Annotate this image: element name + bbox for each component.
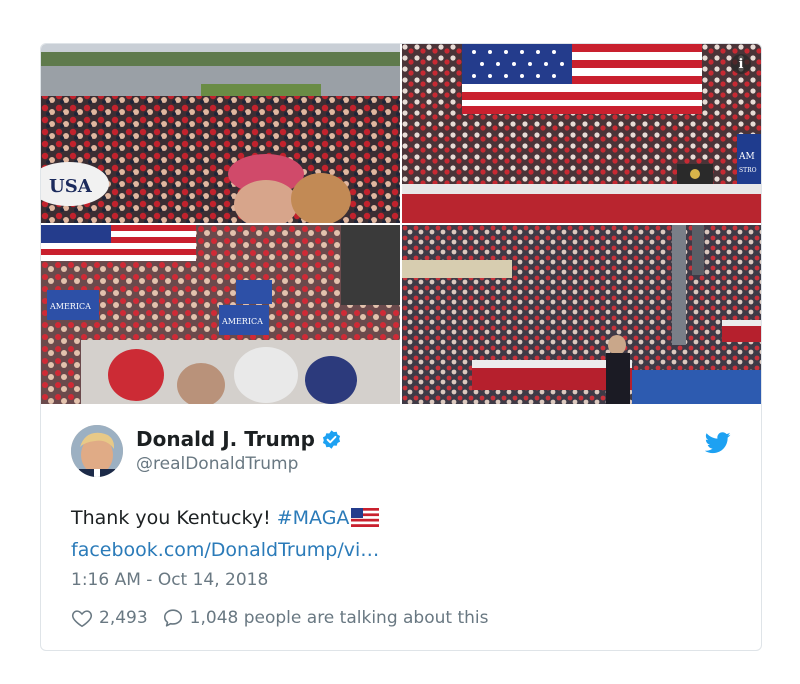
twitter-bird-icon[interactable] bbox=[705, 432, 731, 454]
author-handle[interactable]: @realDonaldTrump bbox=[136, 454, 298, 474]
photo-arena-speaker[interactable] bbox=[402, 225, 761, 404]
avatar[interactable] bbox=[71, 425, 123, 477]
facebook-link[interactable]: facebook.com/DonaldTrump/vi… bbox=[71, 534, 379, 566]
tweet-media-grid[interactable]: USA AM STRO i AMERICA AMERICA bbox=[41, 44, 761, 404]
tweet-text: Thank you Kentucky! #MAGA facebook.com/D… bbox=[71, 502, 380, 566]
photo-crowd-outdoor[interactable]: USA bbox=[41, 44, 400, 223]
sign-america-1-text: AMERICA bbox=[49, 302, 91, 311]
us-flag-emoji-icon bbox=[351, 508, 380, 527]
conversation-count: 1,048 people are talking about this bbox=[189, 608, 489, 628]
tweet-timestamp[interactable]: 1:16 AM - Oct 14, 2018 bbox=[71, 570, 268, 590]
embedded-tweet-card: USA AM STRO i AMERICA AMERICA Donald J. … bbox=[40, 43, 762, 651]
tweet-actions: 2,493 1,048 people are talking about thi… bbox=[71, 607, 488, 629]
sign-stro-text: STRO bbox=[739, 167, 757, 174]
tweet-text-body: Thank you Kentucky! bbox=[71, 507, 277, 529]
like-button[interactable]: 2,493 bbox=[71, 607, 148, 629]
photo-rally-signs[interactable]: AMERICA AMERICA bbox=[41, 225, 400, 404]
like-count: 2,493 bbox=[99, 608, 148, 628]
verified-badge-icon bbox=[322, 429, 340, 449]
author-name-row[interactable]: Donald J. Trump bbox=[136, 427, 342, 451]
info-icon[interactable]: i bbox=[731, 54, 751, 74]
conversation-button[interactable]: 1,048 people are talking about this bbox=[162, 607, 489, 629]
speech-bubble-icon bbox=[163, 609, 182, 627]
hashtag-link[interactable]: #MAGA bbox=[277, 507, 350, 529]
author-name[interactable]: Donald J. Trump bbox=[136, 427, 315, 451]
usa-hat-text: USA bbox=[49, 176, 93, 197]
sign-am-text: AM bbox=[738, 152, 755, 162]
sign-america-2-text: AMERICA bbox=[221, 317, 263, 326]
photo-flag-podium[interactable]: AM STRO i bbox=[402, 44, 761, 223]
heart-icon bbox=[71, 610, 93, 628]
